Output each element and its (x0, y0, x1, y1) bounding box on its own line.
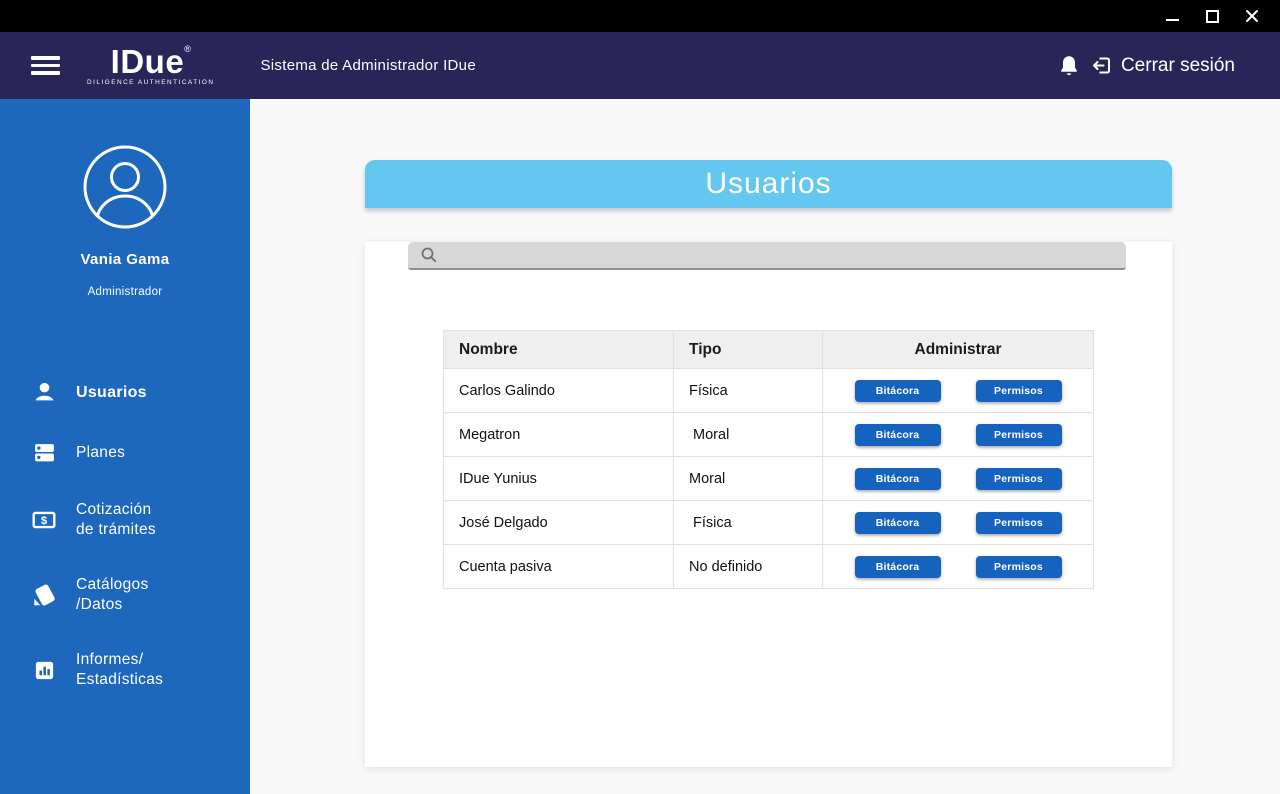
user-profile: Vania Gama Administrador (0, 99, 250, 298)
permisos-button[interactable]: Permisos (975, 467, 1062, 490)
user-type-cell: Moral (689, 470, 726, 487)
maximize-button[interactable] (1204, 8, 1220, 24)
permisos-button[interactable]: Permisos (975, 555, 1062, 578)
search-bar[interactable] (408, 242, 1126, 270)
panel-card: Nombre Tipo Administrar Carlos Galindo F… (365, 242, 1172, 767)
notifications-button[interactable] (1058, 54, 1080, 78)
svg-text:$: $ (41, 515, 48, 527)
maximize-icon (1205, 9, 1219, 23)
app-window: IDue® DILIGENCE AUTHENTICATION Sistema d… (0, 0, 1280, 794)
sidebar: Vania Gama Administrador Usuarios Planes (0, 99, 250, 794)
plans-icon (31, 440, 57, 465)
logout-button[interactable]: Cerrar sesión (1090, 54, 1235, 77)
table-row: Megatron Moral Bitácora Permisos (443, 412, 1094, 457)
users-table: Nombre Tipo Administrar Carlos Galindo F… (443, 330, 1094, 589)
user-name-cell: Megatron (459, 426, 521, 443)
user-type-cell: Moral (689, 426, 730, 443)
sidebar-item-usuarios[interactable]: Usuarios (0, 380, 250, 405)
page-title: Usuarios (705, 167, 832, 200)
bitacora-button[interactable]: Bitácora (854, 423, 941, 446)
user-type-cell: No definido (689, 558, 763, 575)
permisos-button[interactable]: Permisos (975, 511, 1062, 534)
catalog-icon (31, 582, 57, 608)
sidebar-item-label: Informes/ Estadísticas (76, 651, 164, 688)
logout-label: Cerrar sesión (1120, 54, 1235, 76)
logo-tagline: DILIGENCE AUTHENTICATION (87, 78, 215, 86)
app-body: Vania Gama Administrador Usuarios Planes (0, 99, 1280, 794)
column-header-tipo: Tipo (673, 330, 823, 369)
user-name-cell: Carlos Galindo (459, 382, 555, 399)
permisos-button[interactable]: Permisos (975, 379, 1062, 402)
bitacora-button[interactable]: Bitácora (854, 467, 941, 490)
bitacora-button[interactable]: Bitácora (854, 379, 941, 402)
os-titlebar (0, 0, 1280, 32)
logo-text: IDue (110, 42, 185, 80)
bell-icon (1061, 55, 1077, 75)
column-header-administrar: Administrar (822, 330, 1094, 369)
sidebar-item-cotizacion[interactable]: $ Cotización de trámites (0, 500, 250, 540)
user-name: Vania Gama (80, 251, 170, 268)
header-actions: Cerrar sesión (1058, 54, 1280, 78)
user-type-cell: Física (689, 382, 728, 399)
table-row: José Delgado Física Bitácora Permisos (443, 500, 1094, 545)
bitacora-button[interactable]: Bitácora (854, 555, 941, 578)
user-name-cell: Cuenta pasiva (459, 558, 552, 575)
permisos-button[interactable]: Permisos (975, 423, 1062, 446)
close-button[interactable] (1244, 8, 1260, 24)
menu-button[interactable] (31, 56, 60, 75)
sidebar-item-catalogos[interactable]: Catálogos /Datos (0, 575, 250, 615)
brand-logo: IDue® DILIGENCE AUTHENTICATION (87, 42, 215, 86)
table-row: Carlos Galindo Física Bitácora Permisos (443, 368, 1094, 413)
person-circle-icon (83, 145, 167, 229)
search-input[interactable] (438, 242, 1126, 268)
sidebar-item-planes[interactable]: Planes (0, 440, 250, 465)
main-content: Usuarios Nombre Tipo Administrar Carlos … (250, 99, 1280, 794)
money-icon: $ (31, 507, 57, 533)
panel-header: Usuarios (365, 160, 1172, 208)
users-panel: Usuarios Nombre Tipo Administrar Carlos … (365, 160, 1172, 767)
minimize-icon (1165, 19, 1179, 21)
sidebar-item-label: Catálogos /Datos (76, 576, 149, 613)
user-name-cell: José Delgado (459, 514, 548, 531)
sidebar-item-informes[interactable]: Informes/ Estadísticas (0, 650, 250, 690)
search-icon (421, 247, 437, 263)
registered-mark-icon: ® (184, 43, 191, 54)
app-header: IDue® DILIGENCE AUTHENTICATION Sistema d… (0, 32, 1280, 99)
logout-icon (1092, 57, 1110, 74)
bar-chart-icon (31, 659, 57, 682)
table-row: IDue Yunius Moral Bitácora Permisos (443, 456, 1094, 501)
bitacora-button[interactable]: Bitácora (854, 511, 941, 534)
close-icon (1246, 10, 1258, 22)
minimize-button[interactable] (1164, 8, 1180, 24)
column-header-nombre: Nombre (443, 330, 674, 369)
app-title: Sistema de Administrador IDue (260, 57, 476, 74)
table-row: Cuenta pasiva No definido Bitácora Permi… (443, 544, 1094, 589)
sidebar-item-label: Cotización de trámites (76, 501, 156, 538)
table-header-row: Nombre Tipo Administrar (443, 330, 1094, 369)
user-type-cell: Física (689, 514, 732, 531)
sidebar-nav: Usuarios Planes $ Cotización de trámites (0, 380, 250, 690)
person-icon (31, 380, 57, 405)
user-name-cell: IDue Yunius (459, 470, 537, 487)
sidebar-item-label: Usuarios (76, 383, 147, 401)
sidebar-item-label: Planes (76, 443, 126, 461)
user-role: Administrador (87, 286, 163, 298)
